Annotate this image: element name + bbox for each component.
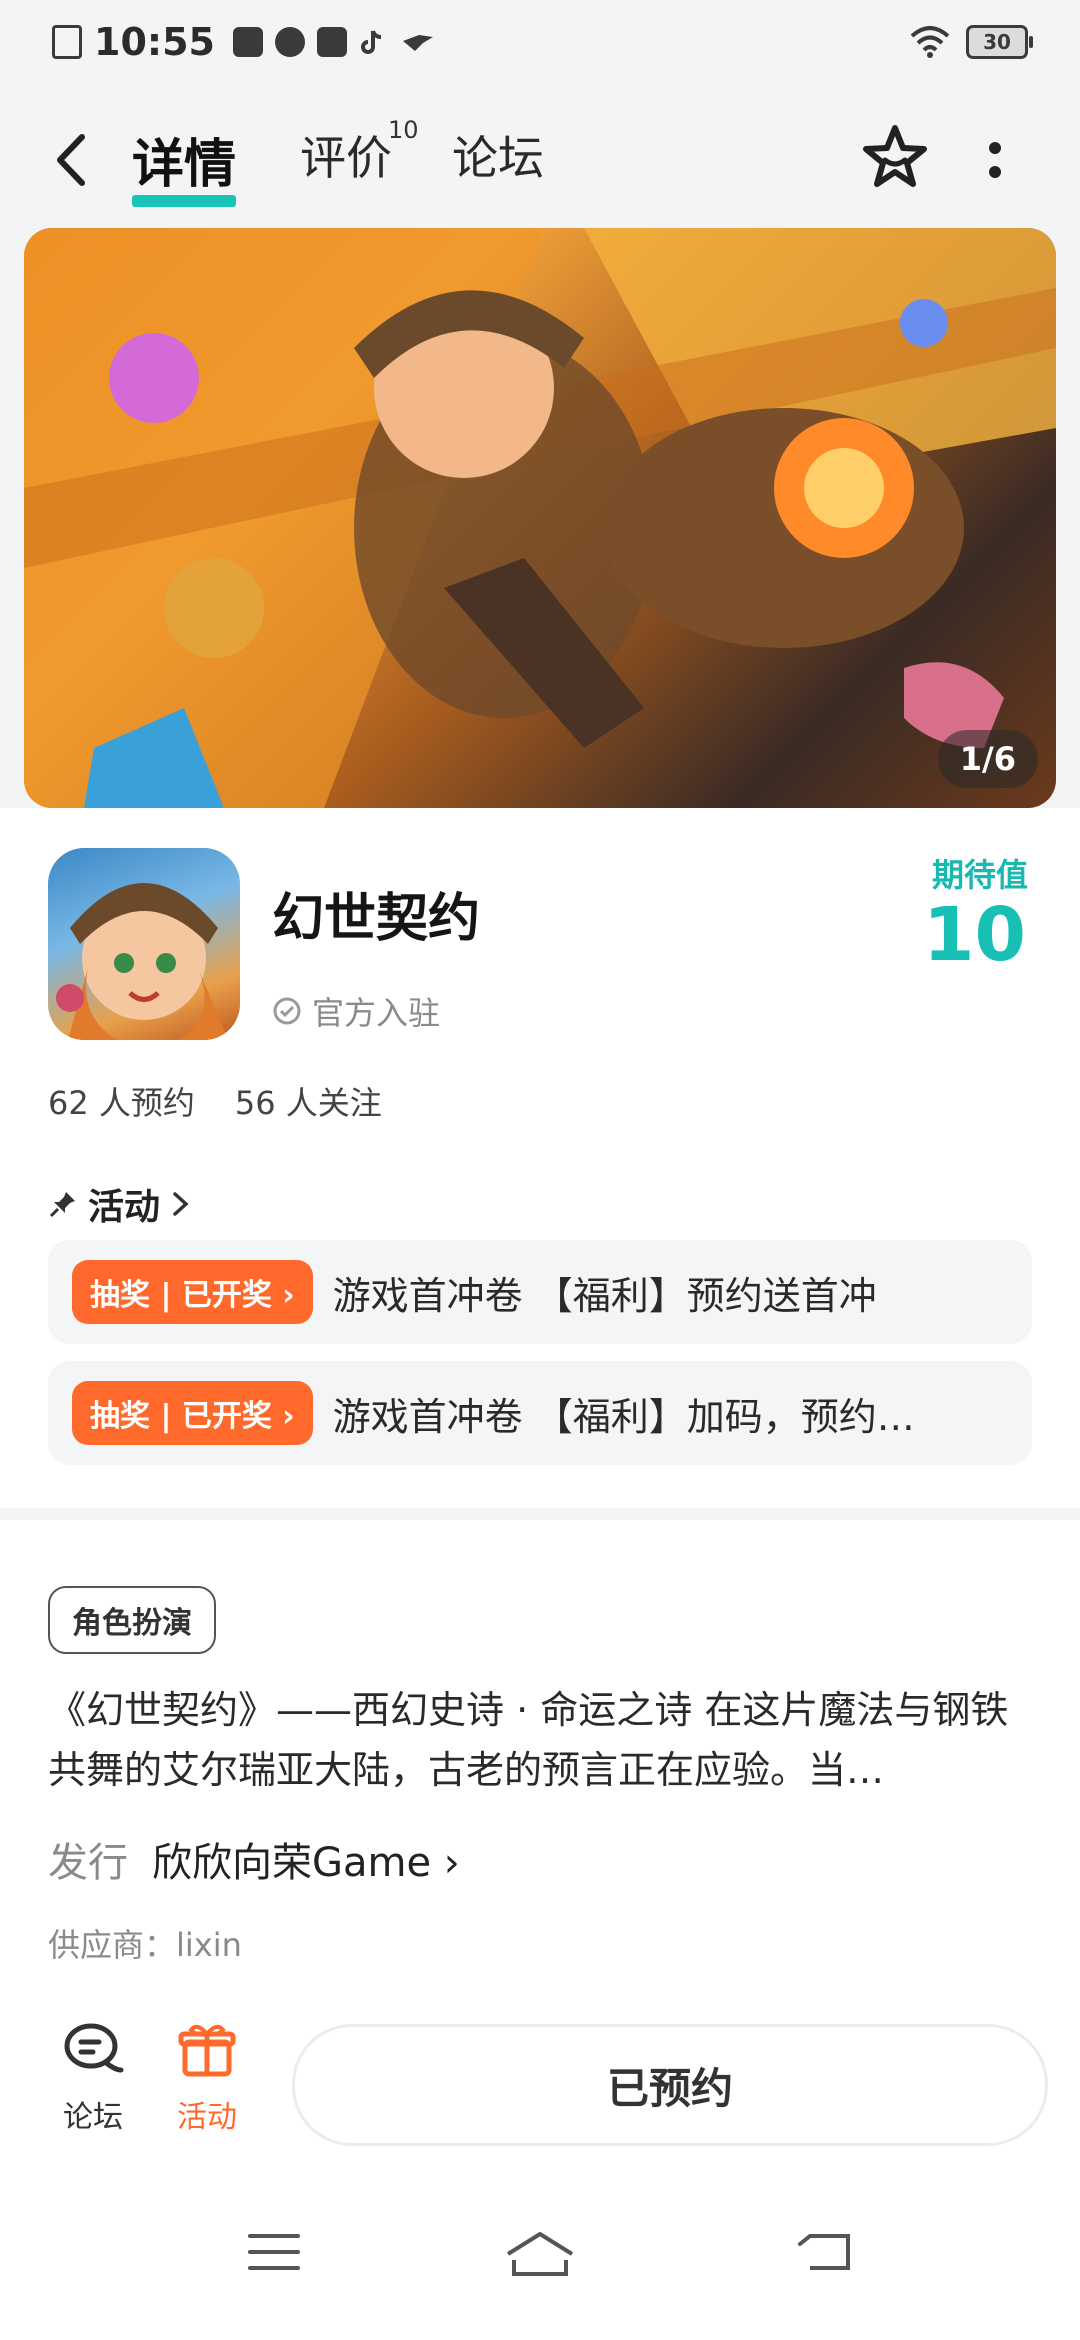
app-icon [274,27,305,57]
banner-page-counter: 1/6 [937,730,1038,788]
menu-icon [248,2234,300,2270]
tab-details-label: 详情 [132,135,237,195]
expectation-score: 10 [923,892,1026,978]
forum-button-label: 论坛 [63,2100,123,2135]
app-info-card: 幻世契约 官方入驻 期待值 10 62 人预约 56 人关注 活动 抽奖 | 已… [0,808,1080,1508]
banner-carousel[interactable]: 1/6 [24,228,1056,808]
status-right: 30 [910,25,1033,59]
system-navigation-bar [0,2170,1080,2340]
app-icon [48,848,240,1040]
star-icon [863,125,927,187]
clock: 10:55 [94,20,215,64]
tab-details[interactable]: 详情 [132,122,237,207]
app-icon-art [56,883,228,1040]
reservation-count: 62 人预约 [48,1084,195,1122]
return-icon [798,2234,850,2270]
pin-icon [49,1192,75,1218]
game-description[interactable]: 《幻世契约》——西幻史诗 · 命运之诗 在这片魔法与钢铁共舞的艾尔瑞亚大陆，古老… [48,1680,1038,1800]
battery-icon: 30 [966,25,1033,59]
banner-illustration [24,228,1056,808]
bird-icon [401,27,433,57]
more-vertical-icon [989,142,1001,178]
activity-button[interactable]: 活动 [162,2020,252,2136]
more-button[interactable] [980,130,1010,190]
status-left: 10:55 [52,20,433,64]
wifi-icon [910,26,950,58]
official-badge: 官方入驻 [272,988,440,1034]
tiktok-icon [359,27,389,57]
follower-count: 56 人关注 [234,1084,382,1122]
publisher-row[interactable]: 发行 欣欣向荣Game › [48,1830,460,1888]
activity-item[interactable]: 抽奖 | 已开奖 › 游戏首冲卷 【福利】加码，预约… [48,1361,1032,1465]
chevron-right-icon [173,1192,189,1216]
top-nav: 详情 评价 10 论坛 [0,100,1080,220]
supplier-info: 供应商：lixin [48,1926,242,1964]
home-button[interactable] [504,2230,584,2290]
details-card: 角色扮演 《幻世契约》——西幻史诗 · 命运之诗 在这片魔法与钢铁共舞的艾尔瑞亚… [0,1520,1080,2040]
genre-tag[interactable]: 角色扮演 [48,1586,216,1654]
activity-text: 游戏首冲卷 【福利】预约送首冲 [332,1273,877,1318]
back-nav-button[interactable] [796,2230,876,2290]
tab-active-underline [132,195,237,207]
tab-reviews-label: 评价 [300,131,392,185]
official-label: 官方入驻 [312,994,441,1032]
tab-reviews[interactable]: 评价 [300,122,392,188]
menu-button[interactable] [246,2230,326,2290]
activity-button-label: 活动 [177,2100,237,2135]
bottom-action-bar: 论坛 活动 已预约 [0,2000,1080,2170]
tab-forum[interactable]: 论坛 [452,122,544,188]
favorite-button[interactable] [860,122,930,192]
stats-row: 62 人预约 56 人关注 [48,1078,382,1124]
tab-forum-label: 论坛 [452,131,544,185]
status-bar: 10:55 30 [0,0,1080,84]
review-count-badge: 10 [388,116,419,144]
expectation-label: 期待值 [931,856,1028,894]
activity-section-title: 活动 [88,1187,161,1228]
gift-icon [178,2024,236,2077]
home-icon [506,2232,574,2276]
chat-bubble-icon [64,2023,124,2073]
activity-text: 游戏首冲卷 【福利】加码，预约… [332,1394,915,1439]
lottery-tag: 抽奖 | 已开奖 › [72,1381,313,1445]
publisher-label: 发行 [48,1840,128,1886]
publisher-name: 欣欣向荣Game › [152,1840,460,1886]
reserved-button[interactable]: 已预约 [292,2024,1048,2146]
activity-item[interactable]: 抽奖 | 已开奖 › 游戏首冲卷 【福利】预约送首冲 [48,1240,1032,1344]
chevron-left-icon [57,134,85,186]
forum-button[interactable]: 论坛 [48,2020,138,2136]
app-icon-2 [316,27,347,57]
video-icon [232,27,263,57]
lottery-tag: 抽奖 | 已开奖 › [72,1260,313,1324]
back-button[interactable] [54,130,104,190]
verified-check-icon [273,997,301,1025]
app-name: 幻世契约 [272,889,481,949]
notification-icon [52,25,82,59]
activity-section-header[interactable]: 活动 [48,1178,192,1230]
